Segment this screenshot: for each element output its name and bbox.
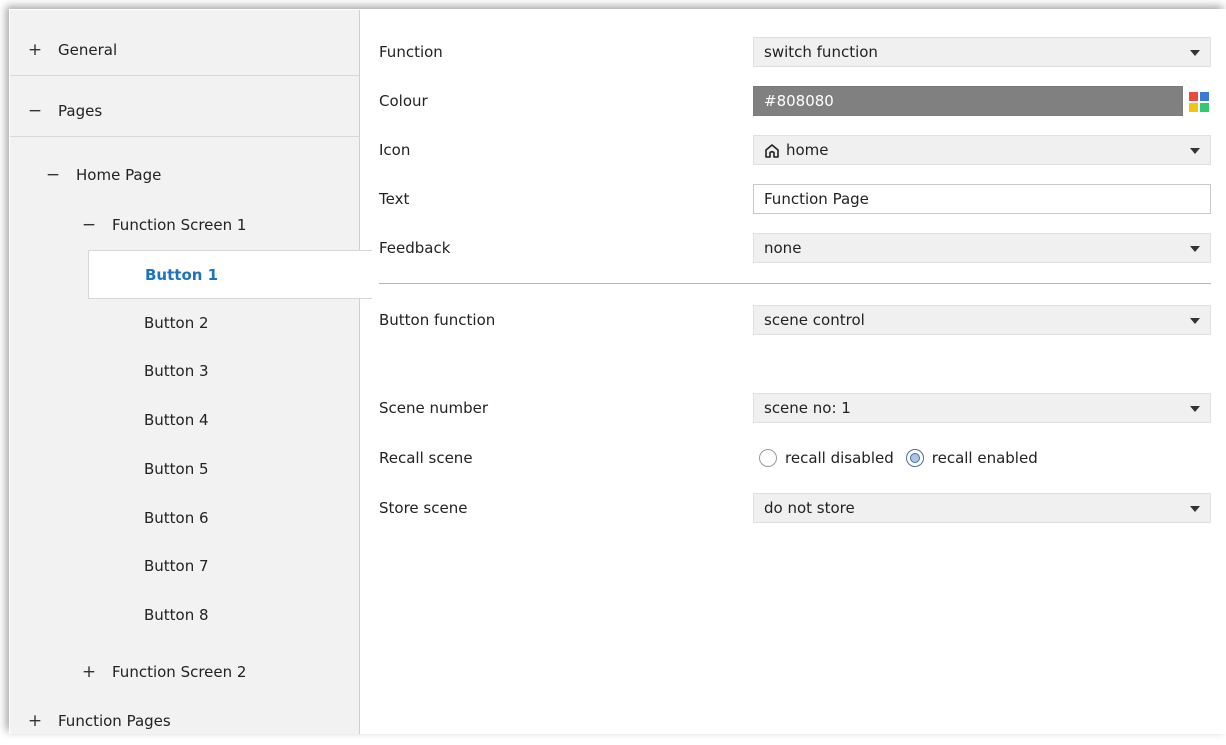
feedback-row: Feedback none (361, 229, 1226, 267)
sidebar-item-label: Function Pages (58, 711, 171, 730)
feedback-value: none (764, 239, 802, 257)
button-function-select[interactable]: scene control (753, 305, 1211, 335)
icon-value: home (786, 141, 829, 159)
expand-icon[interactable]: + (26, 40, 44, 60)
sidebar-item-button-5[interactable]: Button 5 (10, 444, 360, 493)
text-label: Text (379, 190, 410, 208)
recall-disabled-radio[interactable] (759, 449, 777, 467)
colour-field[interactable]: #808080 (753, 86, 1183, 116)
sidebar-item-label: Button 1 (145, 265, 219, 284)
chevron-down-icon (1190, 318, 1200, 324)
button-function-value: scene control (764, 311, 865, 329)
sidebar-item-button-2[interactable]: Button 2 (10, 298, 360, 347)
sidebar-item-home-page[interactable]: − Home Page (10, 150, 360, 199)
sidebar-item-function-pages[interactable]: + Function Pages (10, 696, 360, 745)
icon-select[interactable]: home (753, 135, 1211, 165)
divider (10, 136, 360, 137)
store-scene-label: Store scene (379, 499, 468, 517)
text-row: Text Function Page (361, 180, 1226, 218)
chevron-down-icon (1190, 406, 1200, 412)
home-icon (765, 143, 779, 158)
sidebar-tree: + General − Pages − Home Page − Function… (10, 10, 372, 734)
chevron-down-icon (1190, 148, 1200, 154)
sidebar-item-button-6[interactable]: Button 6 (10, 493, 360, 542)
sidebar-item-general[interactable]: + General (10, 24, 360, 76)
sidebar-item-function-screen-2[interactable]: + Function Screen 2 (10, 647, 360, 696)
colour-row: Colour #808080 (361, 82, 1226, 120)
sidebar-item-button-7[interactable]: Button 7 (10, 541, 360, 590)
parameter-panel: Function switch function Colour #808080 … (361, 10, 1226, 734)
chevron-down-icon (1190, 50, 1200, 56)
sidebar-item-label: Button 8 (144, 605, 209, 624)
feedback-select[interactable]: none (753, 233, 1211, 263)
sidebar-item-label: Pages (58, 102, 103, 120)
expand-icon[interactable]: + (80, 662, 98, 682)
recall-scene-radio-group: recall disabled recall enabled (759, 439, 1050, 477)
button-function-row: Button function scene control (361, 301, 1226, 339)
colour-label: Colour (379, 92, 428, 110)
feedback-label: Feedback (379, 239, 451, 257)
sidebar-item-button-3[interactable]: Button 3 (10, 346, 360, 395)
scene-number-label: Scene number (379, 399, 489, 417)
recall-scene-label: Recall scene (379, 449, 473, 467)
function-value: switch function (764, 43, 878, 61)
color-palette-icon[interactable] (1189, 92, 1209, 112)
collapse-icon[interactable]: − (26, 101, 44, 121)
chevron-down-icon (1190, 246, 1200, 252)
text-value: Function Page (764, 190, 869, 208)
sidebar-item-label: General (58, 40, 118, 59)
chevron-down-icon (1190, 506, 1200, 512)
collapse-icon[interactable]: − (80, 215, 98, 235)
recall-scene-row: Recall scene recall disabled recall enab… (361, 439, 1226, 477)
sidebar-item-pages[interactable]: − Pages (10, 86, 360, 136)
function-row: Function switch function (361, 33, 1226, 71)
icon-label: Icon (379, 141, 411, 159)
sidebar-item-label: Button 2 (144, 313, 209, 332)
sidebar-item-label: Button 6 (144, 508, 209, 527)
store-scene-select[interactable]: do not store (753, 493, 1211, 523)
collapse-icon[interactable]: − (44, 165, 62, 185)
button-function-label: Button function (379, 311, 496, 329)
function-select[interactable]: switch function (753, 37, 1211, 67)
function-label: Function (379, 43, 443, 61)
sidebar-item-button-1[interactable]: Button 1 (88, 250, 372, 299)
sidebar-item-label: Button 4 (144, 410, 209, 429)
scene-number-row: Scene number scene no: 1 (361, 389, 1226, 427)
sidebar-item-button-8[interactable]: Button 8 (10, 590, 360, 639)
expand-icon[interactable]: + (26, 711, 44, 731)
store-scene-row: Store scene do not store (361, 489, 1226, 527)
recall-enabled-label[interactable]: recall enabled (932, 449, 1038, 467)
sidebar-item-label: Button 5 (144, 459, 209, 478)
store-scene-value: do not store (764, 499, 855, 517)
section-divider (379, 283, 1211, 284)
recall-enabled-radio[interactable] (905, 449, 924, 467)
sidebar-item-label: Button 7 (144, 556, 209, 575)
sidebar-item-label: Function Screen 2 (112, 662, 247, 681)
scene-number-select[interactable]: scene no: 1 (753, 393, 1211, 423)
sidebar-item-button-4[interactable]: Button 4 (10, 395, 360, 444)
scene-number-value: scene no: 1 (764, 399, 851, 417)
sidebar-item-label: Function Screen 1 (112, 215, 247, 234)
icon-row: Icon home (361, 131, 1226, 169)
sidebar-item-function-screen-1[interactable]: − Function Screen 1 (10, 200, 360, 249)
text-input[interactable]: Function Page (753, 184, 1211, 214)
sidebar-item-label: Home Page (76, 165, 162, 184)
colour-value: #808080 (764, 92, 834, 110)
recall-disabled-label[interactable]: recall disabled (785, 449, 894, 467)
sidebar-item-label: Button 3 (144, 361, 209, 380)
